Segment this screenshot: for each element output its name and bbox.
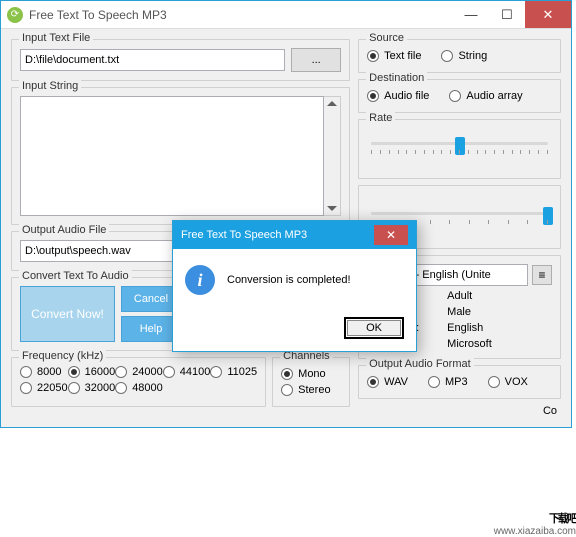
source-group: Source Text file String [358, 39, 561, 73]
freq-22050-radio[interactable]: 22050 [20, 382, 68, 394]
freq-8000-radio[interactable]: 8000 [20, 366, 68, 378]
language-value: English [447, 322, 552, 334]
destination-group: Destination Audio file Audio array [358, 79, 561, 113]
stereo-radio[interactable]: Stereo [281, 384, 330, 396]
browse-button[interactable]: ... [291, 48, 341, 72]
input-string-group: Input String [11, 87, 350, 225]
freq-48000-radio[interactable]: 48000 [115, 382, 163, 394]
source-string-radio[interactable]: String [441, 50, 487, 62]
format-vox-radio[interactable]: VOX [488, 376, 528, 388]
mono-radio[interactable]: Mono [281, 368, 326, 380]
dialog-title: Free Text To Speech MP3 [181, 229, 307, 241]
freq-24000-radio[interactable]: 24000 [115, 366, 163, 378]
convert-now-button[interactable]: Convert Now! [20, 286, 115, 342]
dest-audioarray-radio[interactable]: Audio array [449, 90, 522, 102]
output-file-label: Output Audio File [19, 224, 109, 236]
maximize-button[interactable]: ☐ [489, 1, 525, 28]
format-group: Output Audio Format WAV MP3 VOX [358, 365, 561, 399]
titlebar: ⟳ Free Text To Speech MP3 — ☐ ✕ [1, 1, 571, 29]
dest-audiofile-radio[interactable]: Audio file [367, 90, 429, 102]
voice-menu-icon[interactable]: ≡ [532, 265, 552, 285]
dialog-titlebar: Free Text To Speech MP3 ✕ [173, 221, 416, 249]
destination-label: Destination [366, 72, 427, 84]
rate-slider[interactable] [371, 134, 548, 160]
textarea-scrollbar[interactable] [324, 96, 341, 216]
frequency-label: Frequency (kHz) [19, 350, 106, 362]
info-icon: i [185, 265, 215, 295]
window-title: Free Text To Speech MP3 [29, 8, 453, 22]
input-file-field[interactable] [20, 49, 285, 71]
minimize-button[interactable]: — [453, 1, 489, 28]
input-file-group: Input Text File ... [11, 39, 350, 81]
freq-32000-radio[interactable]: 32000 [68, 382, 116, 394]
co-text: Co [358, 405, 561, 417]
format-wav-radio[interactable]: WAV [367, 376, 408, 388]
format-mp3-radio[interactable]: MP3 [428, 376, 468, 388]
source-textfile-radio[interactable]: Text file [367, 50, 421, 62]
vendor-value: Microsoft [447, 338, 552, 350]
app-icon: ⟳ [7, 7, 23, 23]
convert-label: Convert Text To Audio [19, 270, 132, 282]
freq-44100-radio[interactable]: 44100 [163, 366, 211, 378]
close-button[interactable]: ✕ [525, 1, 571, 28]
freq-16000-radio[interactable]: 16000 [68, 366, 116, 378]
conversion-dialog: Free Text To Speech MP3 ✕ i Conversion i… [172, 220, 417, 352]
source-label: Source [366, 32, 407, 44]
dialog-close-button[interactable]: ✕ [374, 225, 408, 245]
rate-label: Rate [366, 112, 395, 124]
watermark: 下载吧 www.xiazaiba.com [494, 515, 576, 536]
ok-button[interactable]: OK [344, 317, 404, 339]
format-label: Output Audio Format [366, 358, 474, 370]
input-file-label: Input Text File [19, 32, 93, 44]
rate-group: Rate [358, 119, 561, 179]
input-string-label: Input String [19, 80, 81, 92]
frequency-group: Frequency (kHz) 800016000240004410011025… [11, 357, 266, 407]
input-string-textarea[interactable] [20, 96, 324, 216]
age-value: Adult [447, 290, 552, 302]
gender-value: Male [447, 306, 552, 318]
freq-11025-radio[interactable]: 11025 [210, 366, 257, 378]
channels-group: Channels Mono Stereo [272, 357, 350, 407]
app-window: ⟳ Free Text To Speech MP3 — ☐ ✕ Input Te… [0, 0, 572, 428]
dialog-message: Conversion is completed! [227, 274, 351, 286]
